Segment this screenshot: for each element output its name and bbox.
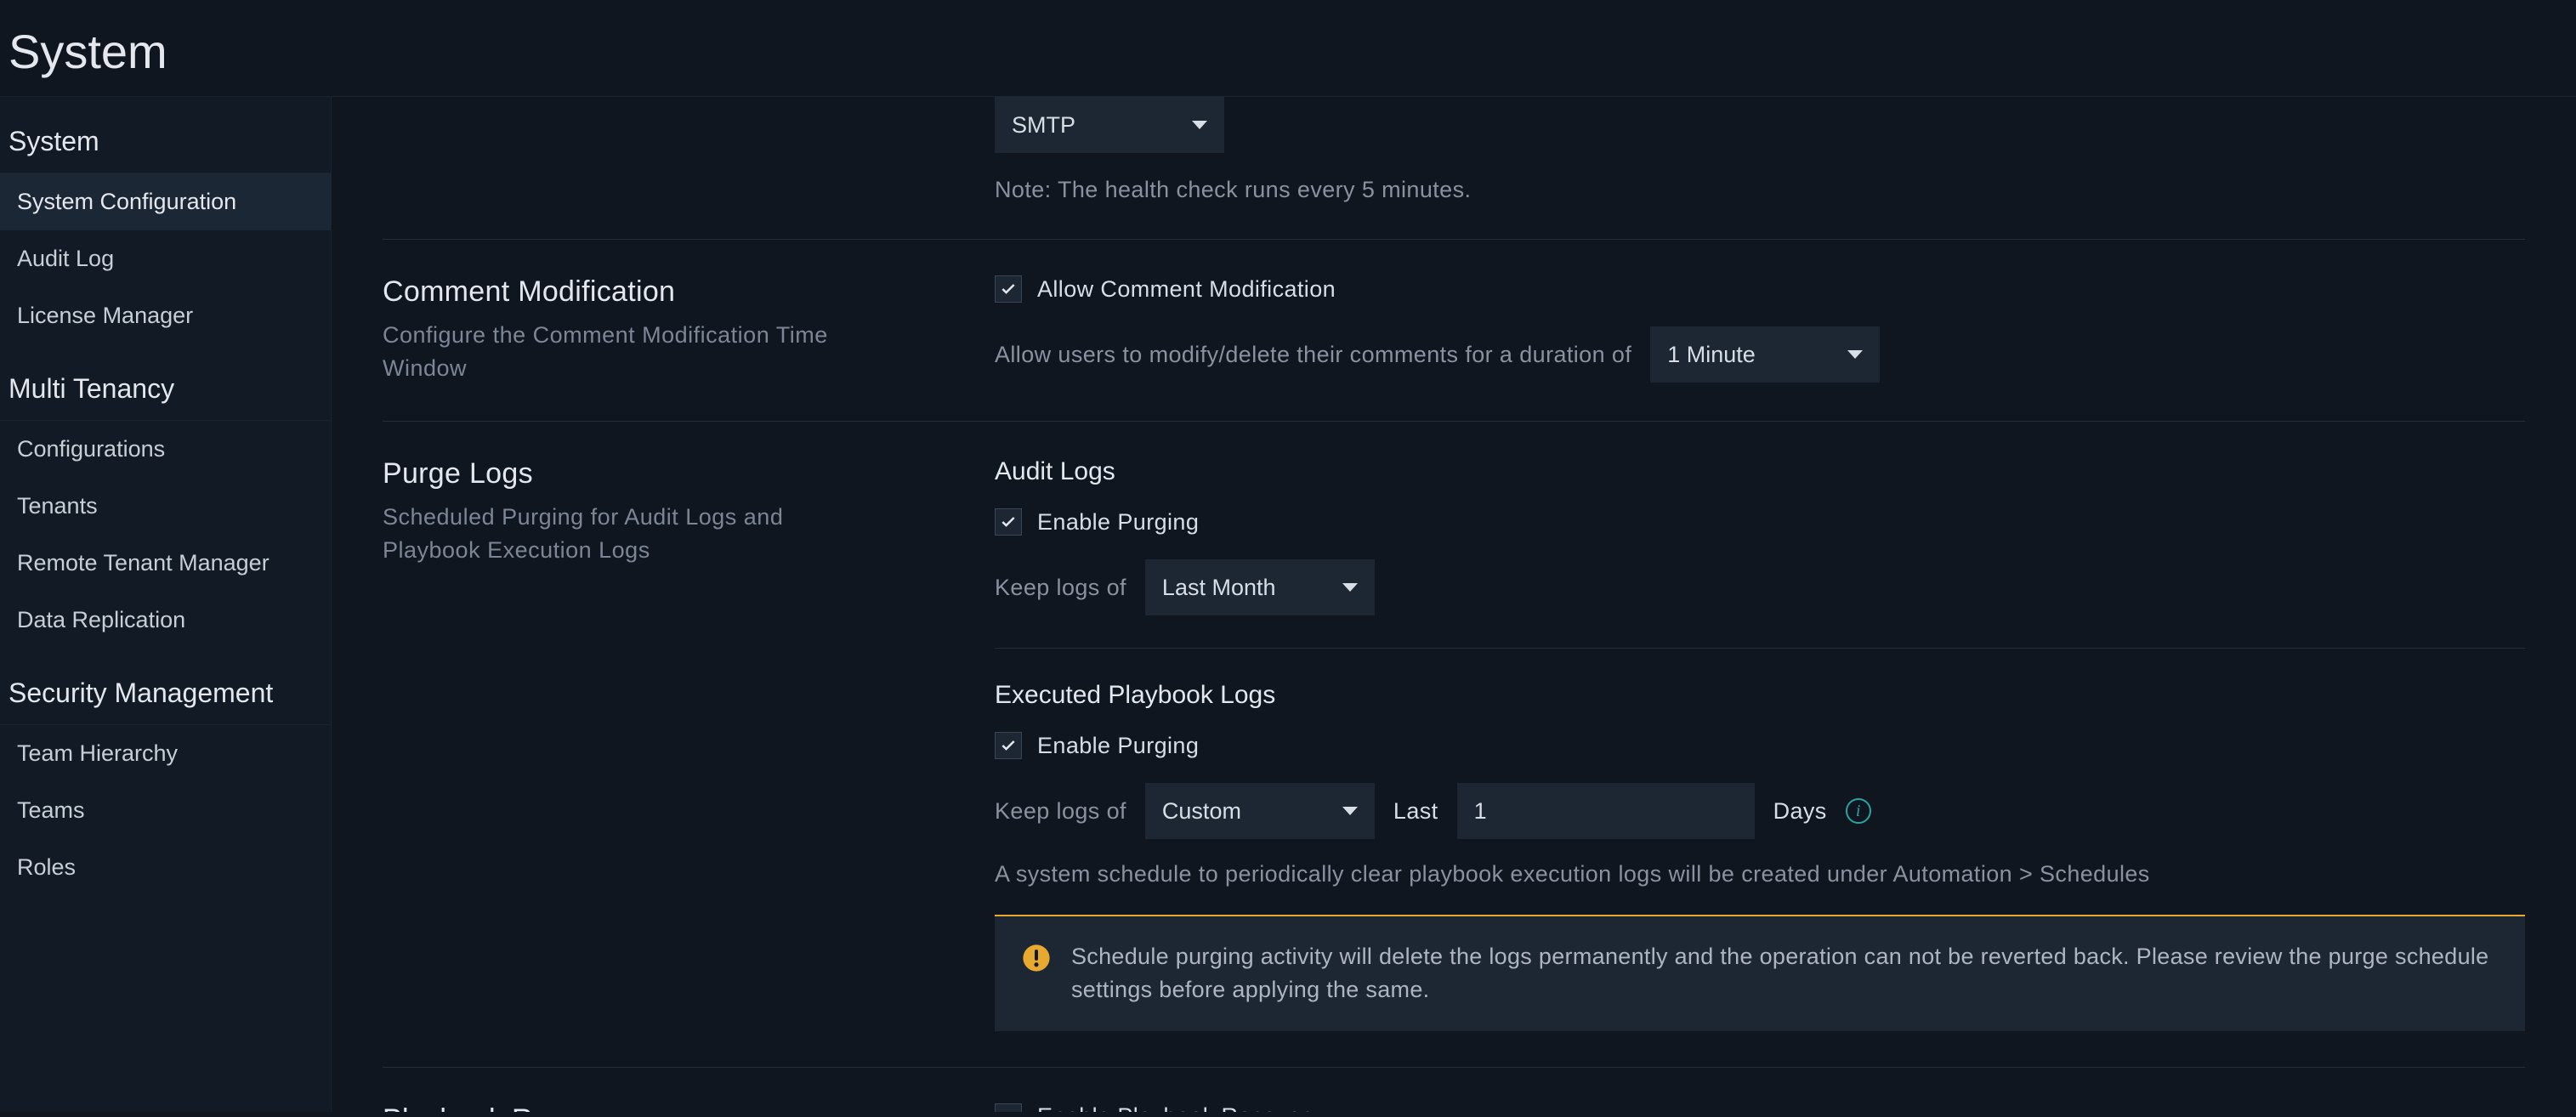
check-icon <box>1000 1108 1017 1112</box>
check-icon <box>1000 737 1017 754</box>
warning-icon <box>1022 944 1051 972</box>
sidebar-item-audit-log[interactable]: Audit Log <box>0 230 331 287</box>
page-title: System <box>0 0 2576 97</box>
enable-playbook-recovery-label: Enable Playbook Recovery <box>1037 1103 1321 1112</box>
exec-keep-logs-value: Custom <box>1162 798 1241 825</box>
audit-keep-logs-label: Keep logs of <box>995 575 1126 601</box>
purge-logs-desc: Scheduled Purging for Audit Logs and Pla… <box>383 501 859 567</box>
chevron-down-icon <box>1847 350 1863 359</box>
exec-schedule-hint: A system schedule to periodically clear … <box>995 861 2525 887</box>
exec-enable-purging-checkbox[interactable] <box>995 732 1022 759</box>
audit-enable-purging-label: Enable Purging <box>1037 509 1199 536</box>
audit-logs-heading: Audit Logs <box>995 457 2525 486</box>
health-check-note: Note: The health check runs every 5 minu… <box>995 177 2525 203</box>
chevron-down-icon <box>1342 807 1358 815</box>
check-icon <box>1000 513 1017 530</box>
audit-enable-purging-checkbox[interactable] <box>995 508 1022 536</box>
audit-keep-logs-value: Last Month <box>1162 575 1276 601</box>
main-content: SMTP Note: The health check runs every 5… <box>332 97 2576 1112</box>
chevron-down-icon <box>1342 583 1358 592</box>
exec-last-input[interactable] <box>1457 783 1755 839</box>
purge-warning-alert: Schedule purging activity will delete th… <box>995 915 2525 1030</box>
purge-logs-title: Purge Logs <box>383 457 995 490</box>
comment-duration-label: Allow users to modify/delete their comme… <box>995 342 1631 368</box>
sidebar-item-license-manager[interactable]: License Manager <box>0 287 331 344</box>
sidebar-item-remote-tenant-manager[interactable]: Remote Tenant Manager <box>0 535 331 592</box>
sidebar-section-security-management: Security Management <box>0 649 331 725</box>
sidebar-section-system: System <box>0 97 331 173</box>
sidebar-section-multi-tenancy: Multi Tenancy <box>0 344 331 421</box>
comment-duration-value: 1 Minute <box>1667 342 1756 368</box>
info-icon[interactable]: i <box>1846 798 1871 824</box>
chevron-down-icon <box>1192 121 1207 129</box>
enable-playbook-recovery-checkbox[interactable] <box>995 1103 1022 1112</box>
sidebar-item-data-replication[interactable]: Data Replication <box>0 592 331 649</box>
purge-warning-text: Schedule purging activity will delete th… <box>1071 940 2498 1006</box>
smtp-dropdown[interactable]: SMTP <box>995 97 1224 153</box>
sidebar-item-system-configuration[interactable]: System Configuration <box>0 173 331 230</box>
sidebar-item-roles[interactable]: Roles <box>0 839 331 896</box>
playbook-recovery-title: Playbook Recovery <box>383 1103 995 1112</box>
executed-playbook-logs-heading: Executed Playbook Logs <box>995 681 2525 710</box>
exec-enable-purging-label: Enable Purging <box>1037 733 1199 759</box>
sidebar-item-team-hierarchy[interactable]: Team Hierarchy <box>0 725 331 782</box>
exec-last-label: Last <box>1393 798 1438 825</box>
allow-comment-modification-label: Allow Comment Modification <box>1037 276 1336 303</box>
sidebar-item-teams[interactable]: Teams <box>0 782 331 839</box>
comment-modification-title: Comment Modification <box>383 275 995 309</box>
smtp-dropdown-value: SMTP <box>1012 112 1075 139</box>
allow-comment-modification-checkbox[interactable] <box>995 275 1022 303</box>
sidebar-item-configurations[interactable]: Configurations <box>0 421 331 478</box>
sidebar-item-tenants[interactable]: Tenants <box>0 478 331 535</box>
exec-days-label: Days <box>1773 798 1827 825</box>
comment-duration-dropdown[interactable]: 1 Minute <box>1650 326 1880 383</box>
check-icon <box>1000 281 1017 298</box>
exec-keep-logs-dropdown[interactable]: Custom <box>1145 783 1375 839</box>
sidebar: System System Configuration Audit Log Li… <box>0 97 332 1112</box>
exec-keep-logs-label: Keep logs of <box>995 798 1126 825</box>
audit-keep-logs-dropdown[interactable]: Last Month <box>1145 559 1375 615</box>
comment-modification-desc: Configure the Comment Modification Time … <box>383 319 859 385</box>
